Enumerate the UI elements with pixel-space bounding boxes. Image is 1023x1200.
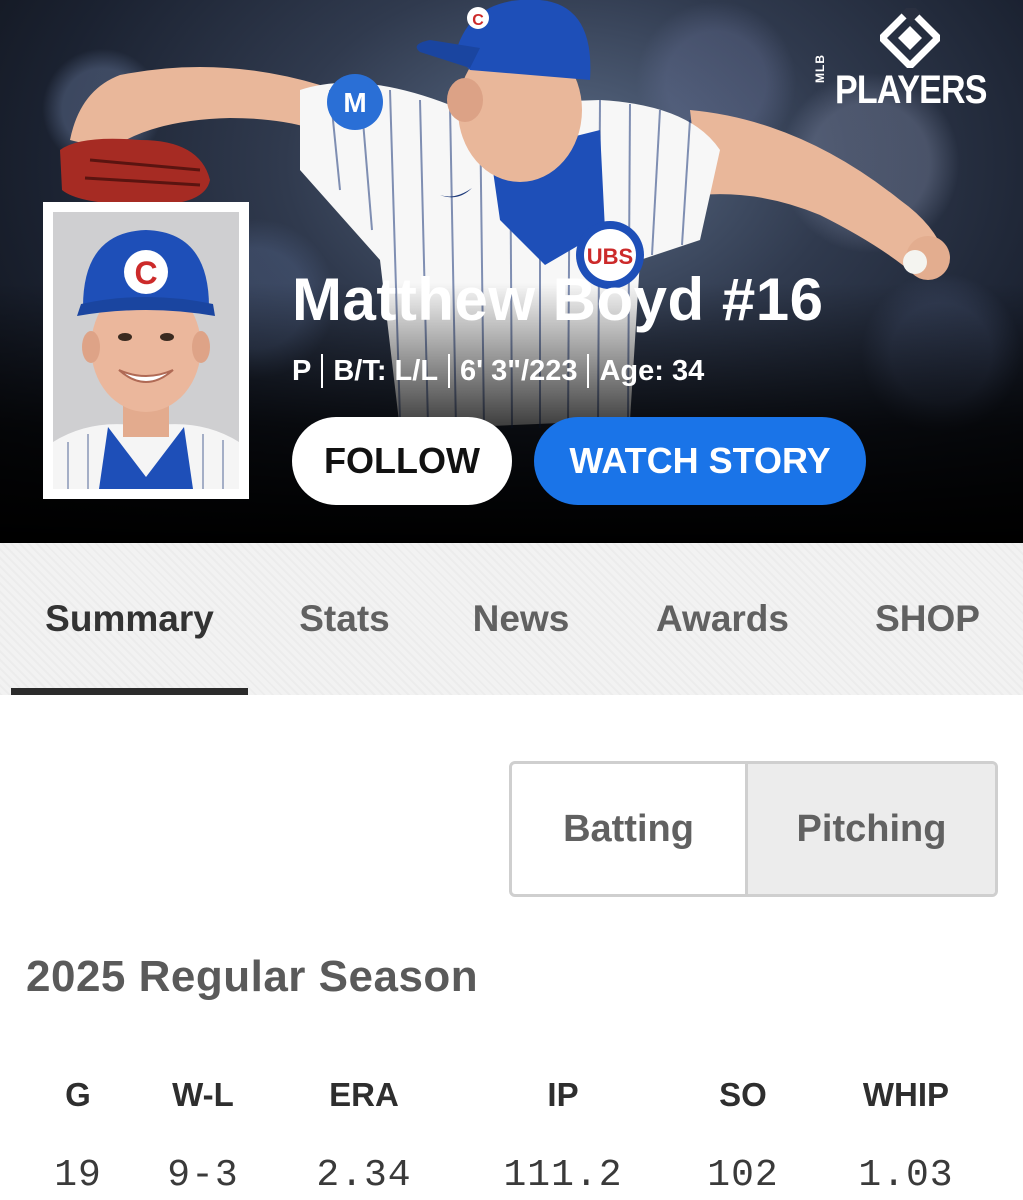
tab-summary[interactable]: Summary — [11, 543, 248, 695]
season-title: 2025 Regular Season — [26, 952, 479, 1001]
mlb-players-logo[interactable]: MLB PLAYERS — [813, 8, 1005, 112]
stat-column-whip: WHIP 1.03 — [831, 1070, 981, 1197]
svg-text:M: M — [343, 87, 366, 118]
tab-awards[interactable]: Awards — [630, 543, 815, 695]
bio-divider — [321, 354, 324, 388]
tab-news[interactable]: News — [445, 543, 597, 695]
profile-tabs: Summary Stats News Awards SHOP — [0, 543, 1023, 695]
player-age: Age: 34 — [599, 354, 705, 387]
cap-logo-letter: C — [134, 255, 157, 291]
stat-header: IP — [547, 1076, 579, 1113]
players-logo-text: PLAYERS — [835, 68, 987, 112]
pitching-toggle-button[interactable]: Pitching — [748, 764, 995, 894]
stat-column-so: SO 102 — [668, 1070, 818, 1197]
active-tab-indicator — [11, 688, 248, 695]
headshot-image: C — [53, 212, 239, 489]
player-position: P — [292, 354, 312, 387]
bio-divider — [587, 354, 590, 388]
tab-stats[interactable]: Stats — [272, 543, 417, 695]
tab-shop[interactable]: SHOP — [850, 543, 1005, 695]
svg-text:C: C — [472, 12, 484, 29]
stat-value: 102 — [707, 1154, 779, 1197]
follow-button[interactable]: FOLLOW — [292, 417, 512, 505]
mlb-logo-sub: MLB — [813, 54, 827, 83]
stat-value: 111.2 — [503, 1154, 623, 1197]
player-hero: M UBS C MLB PLAYERS C Matthew Boyd #16 P… — [0, 0, 1023, 543]
player-height-weight: 6' 3"/223 — [460, 354, 578, 387]
stat-header: ERA — [329, 1076, 399, 1113]
stat-header: W-L — [172, 1076, 234, 1113]
bio-divider — [448, 354, 451, 388]
stat-header: WHIP — [862, 1076, 950, 1113]
stat-value: 1.03 — [858, 1154, 954, 1197]
watch-story-button[interactable]: WATCH STORY — [534, 417, 866, 505]
mlbpa-diamond-icon — [880, 8, 940, 68]
stat-value: 2.34 — [316, 1154, 412, 1197]
stat-type-toggle: Batting Pitching — [509, 761, 998, 897]
player-bio-line: P B/T: L/L 6' 3"/223 Age: 34 — [292, 353, 704, 389]
stat-column-wl: W-L 9-3 — [128, 1070, 278, 1197]
player-name: Matthew Boyd #16 — [292, 266, 824, 333]
stat-header: SO — [719, 1076, 767, 1113]
stat-column-era: ERA 2.34 — [289, 1070, 439, 1197]
batting-toggle-button[interactable]: Batting — [512, 764, 748, 894]
player-bats-throws: B/T: L/L — [333, 354, 439, 387]
stat-column-ip: IP 111.2 — [488, 1070, 638, 1197]
stat-value: 9-3 — [167, 1154, 239, 1197]
player-headshot: C — [43, 202, 249, 499]
